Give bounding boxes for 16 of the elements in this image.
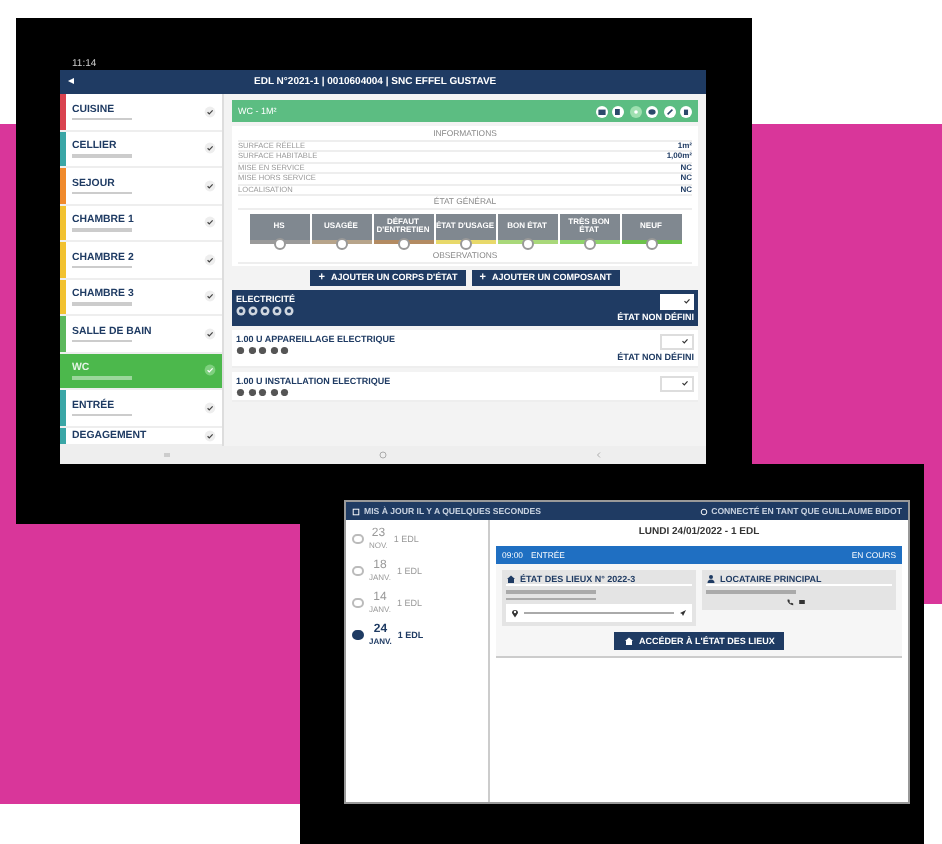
check-icon: [682, 296, 692, 307]
house-icon: [623, 636, 634, 647]
check-icon: [680, 378, 690, 389]
navigate-icon[interactable]: [678, 608, 688, 619]
check-icon: [680, 336, 690, 347]
checkbox[interactable]: [660, 293, 694, 310]
house-icon: [506, 574, 516, 584]
phone-icon[interactable]: [786, 597, 794, 606]
pencil-icon[interactable]: [663, 105, 675, 117]
checkbox[interactable]: [660, 375, 694, 392]
chat-icon[interactable]: [646, 105, 658, 117]
power-icon[interactable]: [699, 507, 708, 515]
mail-icon[interactable]: [798, 597, 806, 606]
refresh-icon[interactable]: [352, 507, 360, 515]
person-icon: [706, 574, 716, 584]
checkbox[interactable]: [660, 333, 694, 350]
